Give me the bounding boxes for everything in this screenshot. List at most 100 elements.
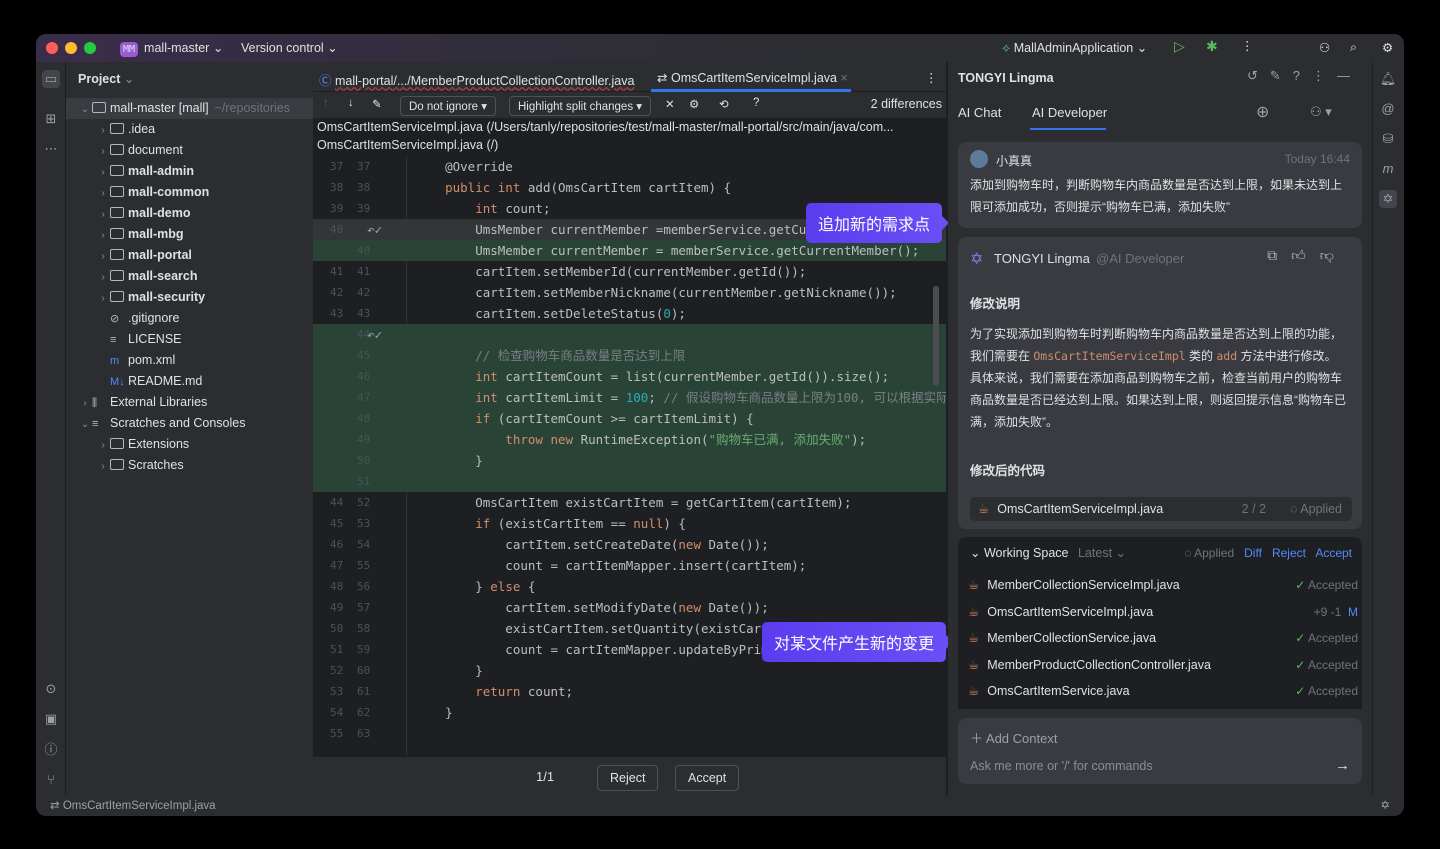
ai-assistant-icon[interactable]: @ <box>1379 100 1397 118</box>
ignore-dropdown[interactable]: Do not ignore ▾ <box>400 96 497 116</box>
help-icon[interactable]: ? <box>1293 68 1312 83</box>
tab-ai-developer[interactable]: AI Developer <box>1032 105 1107 120</box>
debug-icon[interactable]: ✱ <box>1206 38 1218 55</box>
search-icon[interactable]: ⌕ <box>1350 40 1357 55</box>
folder-icon[interactable]: ▭ <box>42 70 60 88</box>
chevron-icon[interactable]: › <box>78 393 92 413</box>
chat-input[interactable]: Ask me more or '/' for commands <box>970 759 1153 773</box>
tree-item[interactable]: m pom.xml <box>66 350 313 371</box>
thumbs-down-icon[interactable]: 👎︎ <box>1320 247 1348 263</box>
problems-icon[interactable]: ⓘ <box>42 741 60 759</box>
workspace-file-item[interactable]: ☕︎ OmsCartItemServiceImpl.java +9 -1 M <box>968 599 1358 625</box>
chevron-icon[interactable]: ⌄ <box>78 414 92 434</box>
tree-item[interactable]: › ⫼ External Libraries <box>66 392 313 413</box>
chevron-icon[interactable]: › <box>96 435 110 455</box>
account-icon[interactable]: ⚇ <box>1319 40 1330 55</box>
send-icon[interactable]: → <box>1335 757 1350 774</box>
tree-item[interactable]: ≡ LICENSE <box>66 329 313 350</box>
maximize-window-button[interactable] <box>84 42 96 54</box>
thumbs-up-icon[interactable]: 👍︎ <box>1291 247 1320 263</box>
tree-item[interactable]: › mall-demo <box>66 203 313 224</box>
settings-icon[interactable]: ⚙ <box>689 97 699 111</box>
chevron-icon[interactable]: › <box>96 456 110 476</box>
tree-item[interactable]: ⊘ .gitignore <box>66 308 313 329</box>
revert-accept-icon[interactable]: ↶✓ <box>367 219 382 240</box>
minimize-icon[interactable]: — <box>1337 68 1362 83</box>
copy-icon[interactable]: ⧉ <box>1267 247 1291 263</box>
revert-accept-icon[interactable]: ↶✓ <box>367 324 382 345</box>
next-diff-icon[interactable]: ↓ <box>348 97 354 109</box>
chevron-icon[interactable]: › <box>96 141 110 161</box>
close-tab-icon[interactable]: × <box>840 71 847 85</box>
tab-options-icon[interactable]: ⋮ <box>925 70 938 85</box>
edit-icon[interactable]: ✎ <box>1270 68 1293 83</box>
tree-item[interactable]: ⌄ ≡ Scratches and Consoles <box>66 413 313 434</box>
help-icon[interactable]: ? <box>753 97 759 109</box>
terminal-icon[interactable]: ▣ <box>42 710 60 728</box>
tree-item[interactable]: ⌄ mall-master [mall] ~/repositories <box>66 98 313 119</box>
minimize-window-button[interactable] <box>65 42 77 54</box>
reject-link[interactable]: Reject <box>1272 546 1306 560</box>
code-area[interactable]: 37 37 @Override 38 38 public int add(OmsCar… <box>313 156 946 791</box>
tree-item[interactable]: › mall-admin <box>66 161 313 182</box>
tab-member-product-collection-controller[interactable]: Ⓒ mall-portal/.../MemberProductCollectio… <box>319 70 634 89</box>
prev-diff-icon[interactable]: ↑ <box>323 97 329 109</box>
project-panel-title[interactable]: Project ⌄ <box>78 71 134 86</box>
chevron-icon[interactable]: › <box>96 225 110 245</box>
sync-scroll-icon[interactable]: ⟲ <box>719 97 729 111</box>
run-icon[interactable]: ▷ <box>1174 38 1185 55</box>
chevron-icon[interactable]: › <box>96 246 110 266</box>
accept-link[interactable]: Accept <box>1315 546 1352 560</box>
chevron-icon[interactable]: › <box>96 267 110 287</box>
lingma-icon[interactable]: ✡ <box>1379 190 1397 208</box>
vcs-menu[interactable]: Version control ⌄ <box>241 40 338 55</box>
more-tools-icon[interactable]: ⋯ <box>42 140 60 158</box>
reject-button[interactable]: Reject <box>597 765 659 791</box>
diff-link[interactable]: Diff <box>1244 546 1262 560</box>
project-switcher[interactable]: MM mall-master ⌄ <box>120 40 223 57</box>
more-icon[interactable]: ⋮ <box>1312 68 1337 83</box>
tree-item[interactable]: › Scratches <box>66 455 313 476</box>
workspace-file-item[interactable]: ☕︎ MemberProductCollectionController.java… <box>968 652 1358 678</box>
tree-item[interactable]: › mall-portal <box>66 245 313 266</box>
structure-icon[interactable]: ⊞ <box>42 110 60 128</box>
chevron-icon[interactable]: › <box>96 162 110 182</box>
chevron-icon[interactable]: › <box>96 120 110 140</box>
new-session-icon[interactable]: ⊕ <box>1256 102 1269 122</box>
tree-item[interactable]: › mall-mbg <box>66 224 313 245</box>
lingma-status-icon[interactable]: ✡ <box>1380 796 1390 816</box>
services-icon[interactable]: ⊙ <box>42 680 60 698</box>
collapse-icon[interactable]: ✕ <box>665 97 675 111</box>
notifications-icon[interactable]: 🔔︎ <box>1379 70 1397 88</box>
tab-oms-cart-item-service-impl[interactable]: ⇄ OmsCartItemServiceImpl.java × <box>657 70 848 85</box>
more-icon[interactable]: ⋮ <box>1241 38 1254 53</box>
run-config-selector[interactable]: ⟡ MallAdminApplication ⌄ <box>1002 40 1147 56</box>
chevron-icon[interactable]: › <box>96 183 110 203</box>
git-icon[interactable]: ⑂ <box>42 771 60 789</box>
tree-item[interactable]: › Extensions <box>66 434 313 455</box>
scrollbar[interactable] <box>933 286 939 386</box>
chevron-icon[interactable]: › <box>96 288 110 308</box>
workspace-file-item[interactable]: ☕︎ MemberCollectionService.java ✓ Accepted <box>968 625 1358 651</box>
tree-item[interactable]: › mall-common <box>66 182 313 203</box>
tree-item[interactable]: › mall-security <box>66 287 313 308</box>
chevron-icon[interactable]: › <box>96 204 110 224</box>
tree-item[interactable]: › document <box>66 140 313 161</box>
version-selector[interactable]: Latest ⌄ <box>1078 546 1126 560</box>
database-icon[interactable]: ⛁ <box>1379 130 1397 148</box>
chevron-icon[interactable]: ⌄ <box>78 99 92 119</box>
tree-item[interactable]: M↓ README.md <box>66 371 313 392</box>
settings-icon[interactable]: ⚙ <box>1382 40 1393 55</box>
maven-icon[interactable]: m <box>1379 160 1397 178</box>
add-context-button[interactable]: ＋ Add Context <box>970 728 1057 747</box>
tab-ai-chat[interactable]: AI Chat <box>958 105 1001 120</box>
edit-icon[interactable]: ✎ <box>372 97 382 111</box>
history-icon[interactable]: ↺ <box>1247 68 1270 83</box>
workspace-file-item[interactable]: ☕︎ OmsCartItemService.java ✓ Accepted <box>968 678 1358 704</box>
working-space-header[interactable]: ⌄ Working Space Latest ⌄ <box>970 545 1126 560</box>
changed-file-chip[interactable]: ☕︎ OmsCartItemServiceImpl.java 2 / 2 ◌ Ap… <box>970 497 1352 521</box>
close-window-button[interactable] <box>46 42 58 54</box>
accept-button[interactable]: Accept <box>675 765 740 791</box>
workspace-file-item[interactable]: ☕︎ MemberCollectionServiceImpl.java ✓ Acce… <box>968 572 1358 598</box>
tree-item[interactable]: › mall-search <box>66 266 313 287</box>
